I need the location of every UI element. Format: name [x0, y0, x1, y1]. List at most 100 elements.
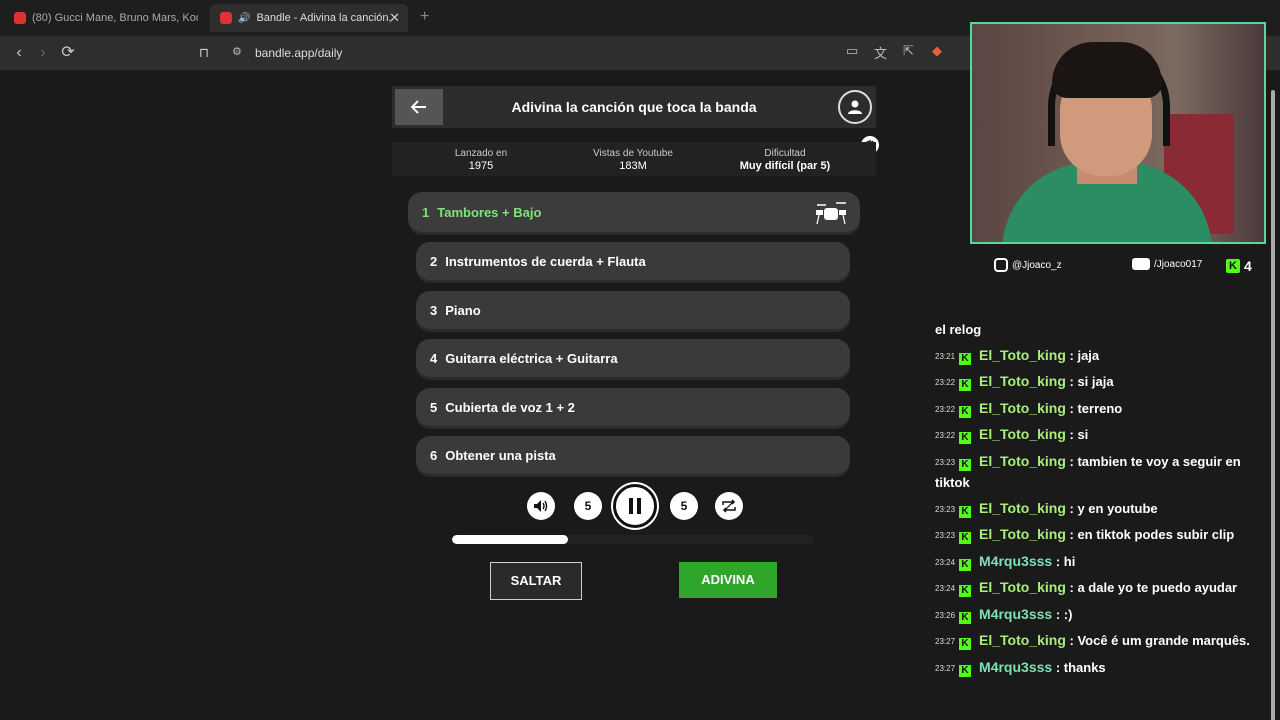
tab-bandle[interactable]: 🔊 Bandle - Adivina la canción, a ✕	[210, 4, 408, 32]
kick-icon: K	[959, 379, 972, 391]
info-value: 183M	[619, 160, 647, 172]
chat-time: 23:24	[935, 557, 956, 567]
chat-time: 23:22	[935, 378, 956, 387]
playback-progress-bar[interactable]	[452, 535, 814, 544]
chat-time: 23:21	[935, 351, 956, 361]
rewind-5-button[interactable]: 5	[574, 492, 602, 520]
page-scrollbar[interactable]	[1268, 72, 1278, 720]
chat-time: 23:24	[935, 584, 956, 593]
forward-icon: 5	[680, 499, 688, 513]
clue-label: Guitarra eléctrica + Guitarra	[445, 350, 618, 366]
youtube-text: /Jjoaco017	[1154, 258, 1203, 270]
chat-user[interactable]: M4rqu3sss	[979, 659, 1052, 675]
volume-button[interactable]	[527, 492, 555, 520]
youtube-handle: /Jjoaco017	[1132, 258, 1202, 270]
youtube-icon	[14, 12, 26, 24]
player-controls: 5 5	[524, 484, 746, 528]
address-bar[interactable]: ⚙ bandle.app/daily	[222, 40, 982, 66]
cast-icon[interactable]: ▭	[846, 43, 858, 59]
repeat-icon	[722, 499, 736, 513]
kick-icon: K	[959, 458, 972, 471]
chat-time: 23:23	[935, 531, 956, 540]
clue-3[interactable]: 3 Piano	[416, 291, 850, 329]
chat-text: : terreno	[1069, 400, 1123, 416]
tab-youtube[interactable]: (80) Gucci Mane, Bruno Mars, Kodak	[4, 4, 208, 32]
clue-4[interactable]: 4 Guitarra eléctrica + Guitarra	[416, 339, 850, 377]
translate-icon[interactable]: 文	[874, 43, 887, 62]
instagram-icon	[994, 258, 1008, 272]
chat-text: : a dale yo te puedo ayudar	[1069, 580, 1238, 595]
clue-label: Piano	[445, 302, 481, 318]
kick-icon: K	[959, 505, 972, 518]
kick-icon: K	[1226, 259, 1240, 273]
back-button[interactable]	[395, 89, 443, 125]
clue-number: 3	[430, 302, 438, 318]
chat-user[interactable]: El_Toto_king	[979, 500, 1066, 516]
loop-button[interactable]	[715, 492, 743, 520]
chat-message: 23:23 K El_Toto_king : y en youtube	[935, 498, 1271, 521]
chat-user[interactable]: El_Toto_king	[979, 632, 1066, 648]
bookmark-icon[interactable]: ⊓	[193, 42, 215, 64]
pause-button[interactable]	[613, 484, 657, 528]
chat-user[interactable]: El_Toto_king	[979, 373, 1066, 389]
kick-icon: K	[959, 558, 972, 571]
clue-number: 5	[430, 399, 438, 415]
chat-user[interactable]: El_Toto_king	[979, 579, 1066, 595]
streamer-socials: @Jjoaco_z /Jjoaco017 K 4	[994, 256, 1266, 276]
clue-1[interactable]: 1 Tambores + Bajo	[408, 192, 860, 232]
pause-icon	[629, 498, 641, 514]
chat-time: 23:22	[935, 431, 956, 440]
clue-5[interactable]: 5 Cubierta de voz 1 + 2	[416, 388, 850, 426]
chat-message: 23:24 K M4rqu3sss : hi	[935, 551, 1271, 574]
chat-feed: el relog 23:21 K El_Toto_king : jaja 23:22…	[935, 320, 1271, 683]
chat-time: 23:22	[935, 404, 956, 414]
chat-message: 23:22 K El_Toto_king : si jaja	[935, 371, 1271, 394]
url-text: bandle.app/daily	[255, 46, 343, 60]
profile-button[interactable]	[838, 90, 872, 124]
close-tab-icon[interactable]: ✕	[389, 10, 400, 26]
info-value: Muy difícil (par 5)	[739, 160, 831, 172]
instagram-handle: @Jjoaco_z	[994, 258, 1062, 272]
reload-icon[interactable]: ⟳	[57, 42, 79, 64]
chat-user[interactable]: El_Toto_king	[979, 347, 1066, 363]
chat-user[interactable]: M4rqu3sss	[979, 553, 1052, 569]
back-icon[interactable]: ‹	[8, 42, 30, 64]
info-label: Vistas de Youtube	[593, 148, 673, 159]
chat-message: 23:24 K El_Toto_king : a dale yo te puedo …	[935, 577, 1271, 600]
chat-user[interactable]: M4rqu3sss	[979, 606, 1052, 622]
chat-message: 23:26 K M4rqu3sss : :)	[935, 604, 1271, 627]
game-title: Adivina la canción que toca la banda	[511, 99, 757, 115]
brave-shield-icon[interactable]: ◆	[932, 43, 942, 59]
chat-message: 23:23 K El_Toto_king : tambien te voy a se…	[935, 451, 1271, 494]
site-info-icon[interactable]: ⚙	[232, 45, 242, 58]
arrow-left-icon	[411, 100, 426, 114]
kick-count: K 4	[1226, 258, 1252, 274]
clue-2[interactable]: 2 Instrumentos de cuerda + Flauta	[416, 242, 850, 280]
chat-message: 23:22 K El_Toto_king : terreno	[935, 398, 1271, 421]
chat-user[interactable]: El_Toto_king	[979, 400, 1066, 416]
clue-number: 1	[422, 204, 430, 220]
kick-icon: K	[959, 585, 972, 597]
chat-time: 23:27	[935, 663, 956, 673]
chat-message: 23:27 K El_Toto_king : Você é um grande ma…	[935, 630, 1271, 653]
new-tab-button[interactable]: +	[420, 8, 429, 26]
chat-text: : en tiktok podes subir clip	[1069, 527, 1235, 542]
user-icon	[848, 100, 862, 114]
chat-message: el relog	[935, 320, 1271, 341]
share-icon[interactable]: ⇱	[903, 43, 914, 59]
clue-number: 4	[430, 350, 438, 366]
guess-button[interactable]: ADIVINA	[679, 562, 777, 598]
tab-title: Bandle - Adivina la canción, a	[256, 12, 395, 24]
chat-user[interactable]: El_Toto_king	[979, 426, 1066, 442]
chat-user[interactable]: El_Toto_king	[979, 526, 1066, 542]
forward-icon[interactable]: ›	[32, 42, 54, 64]
tab-title: (80) Gucci Mane, Bruno Mars, Kodak	[32, 12, 198, 24]
skip-button[interactable]: SALTAR	[490, 562, 582, 600]
progress-fill	[452, 535, 568, 544]
info-label: Dificultad	[764, 148, 806, 159]
chat-user[interactable]: El_Toto_king	[979, 453, 1066, 469]
scrollbar-thumb[interactable]	[1271, 90, 1275, 720]
kick-icon: K	[959, 432, 972, 444]
forward-5-button[interactable]: 5	[670, 492, 698, 520]
clue-6-hint[interactable]: 6 Obtener una pista	[416, 436, 850, 474]
